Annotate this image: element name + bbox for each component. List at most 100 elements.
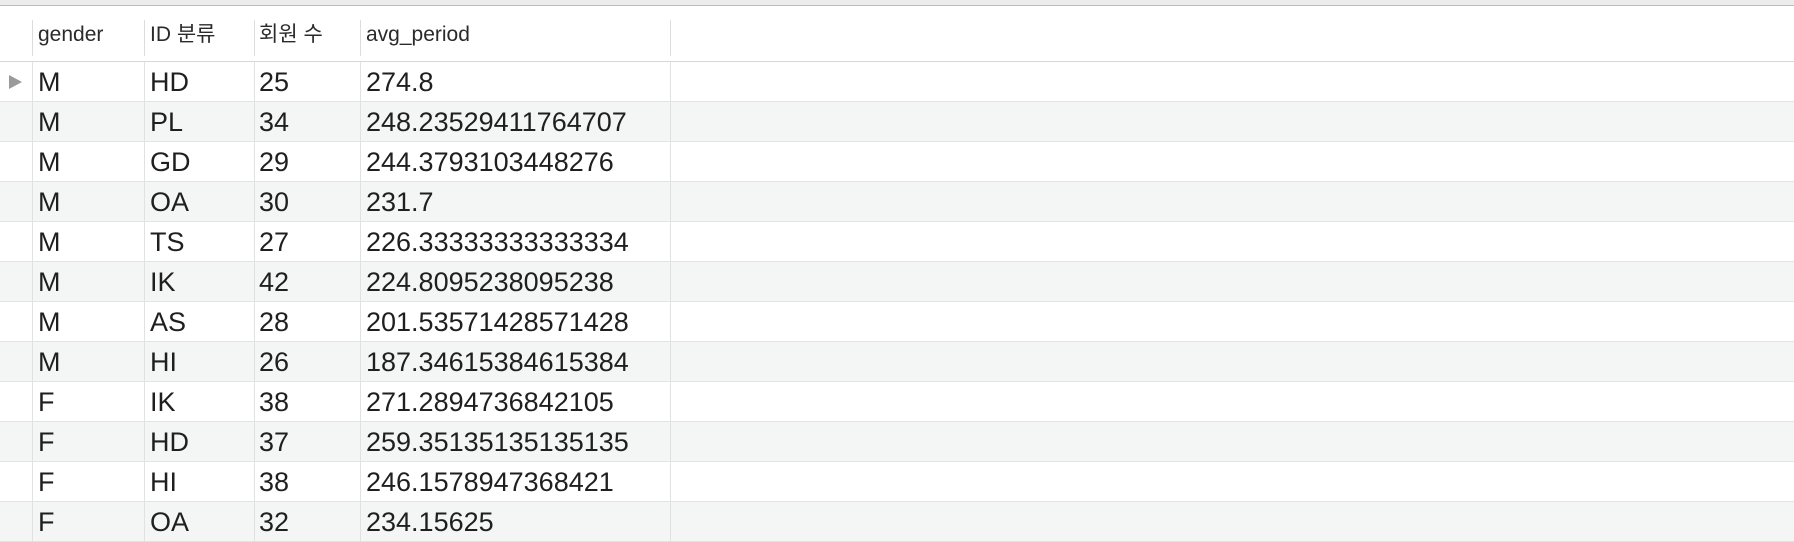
cell-avg-period[interactable]: 271.2894736842105 [366, 382, 614, 422]
cell-divider [144, 102, 145, 142]
cell-gender[interactable]: F [38, 462, 55, 502]
grid-body: M HD 25 274.8 M PL 34 248.23529411764707 M GD 29 24… [0, 62, 1794, 542]
cell-divider [32, 502, 33, 542]
table-row[interactable]: M AS 28 201.53571428571428 [0, 302, 1794, 342]
cell-divider [144, 462, 145, 502]
column-divider[interactable] [254, 20, 255, 56]
cell-divider [32, 102, 33, 142]
table-row[interactable]: M PL 34 248.23529411764707 [0, 102, 1794, 142]
cell-avg-period[interactable]: 201.53571428571428 [366, 302, 629, 342]
cell-divider [144, 342, 145, 382]
cell-id-category[interactable]: TS [150, 222, 185, 262]
table-row[interactable]: M IK 42 224.8095238095238 [0, 262, 1794, 302]
cell-member-count[interactable]: 34 [259, 102, 289, 142]
column-divider[interactable] [144, 20, 145, 56]
cell-divider [670, 502, 671, 542]
cell-id-category[interactable]: GD [150, 142, 191, 182]
column-divider[interactable] [360, 20, 361, 56]
column-divider[interactable] [32, 20, 33, 56]
cell-divider [360, 222, 361, 262]
cell-member-count[interactable]: 25 [259, 62, 289, 102]
cell-member-count[interactable]: 42 [259, 262, 289, 302]
cell-gender[interactable]: M [38, 102, 61, 142]
cell-divider [254, 302, 255, 342]
cell-gender[interactable]: M [38, 342, 61, 382]
table-row[interactable]: F OA 32 234.15625 [0, 502, 1794, 542]
table-row[interactable]: M GD 29 244.3793103448276 [0, 142, 1794, 182]
cell-gender[interactable]: M [38, 222, 61, 262]
cell-id-category[interactable]: HI [150, 342, 177, 382]
column-header-avg-period[interactable]: avg_period [366, 20, 470, 50]
cell-avg-period[interactable]: 226.33333333333334 [366, 222, 629, 262]
cell-gender[interactable]: F [38, 422, 55, 462]
cell-divider [670, 382, 671, 422]
cell-gender[interactable]: M [38, 262, 61, 302]
cell-avg-period[interactable]: 224.8095238095238 [366, 262, 614, 302]
cell-divider [360, 382, 361, 422]
cell-divider [670, 462, 671, 502]
cell-gender[interactable]: M [38, 62, 61, 102]
cell-member-count[interactable]: 32 [259, 502, 289, 542]
cell-avg-period[interactable]: 246.1578947368421 [366, 462, 614, 502]
cell-divider [670, 262, 671, 302]
cell-divider [360, 182, 361, 222]
cell-avg-period[interactable]: 259.35135135135135 [366, 422, 629, 462]
cell-member-count[interactable]: 38 [259, 382, 289, 422]
cell-id-category[interactable]: PL [150, 102, 183, 142]
cell-avg-period[interactable]: 244.3793103448276 [366, 142, 614, 182]
cell-member-count[interactable]: 27 [259, 222, 289, 262]
table-row[interactable]: F HI 38 246.1578947368421 [0, 462, 1794, 502]
table-row[interactable]: M OA 30 231.7 [0, 182, 1794, 222]
cell-gender[interactable]: M [38, 142, 61, 182]
cell-member-count[interactable]: 30 [259, 182, 289, 222]
column-header-gender[interactable]: gender [38, 20, 103, 50]
table-row[interactable]: M HD 25 274.8 [0, 62, 1794, 102]
cell-divider [144, 422, 145, 462]
grid-header: gender ID 분류 회원 수 avg_period [0, 6, 1794, 62]
table-row[interactable]: F HD 37 259.35135135135135 [0, 422, 1794, 462]
cell-id-category[interactable]: IK [150, 262, 176, 302]
cell-member-count[interactable]: 28 [259, 302, 289, 342]
cell-id-category[interactable]: OA [150, 182, 189, 222]
column-divider[interactable] [670, 20, 671, 56]
cell-id-category[interactable]: HD [150, 422, 189, 462]
cell-divider [32, 342, 33, 382]
cell-divider [254, 342, 255, 382]
cell-avg-period[interactable]: 187.34615384615384 [366, 342, 629, 382]
cell-avg-period[interactable]: 231.7 [366, 182, 434, 222]
cell-member-count[interactable]: 37 [259, 422, 289, 462]
table-row[interactable]: F IK 38 271.2894736842105 [0, 382, 1794, 422]
cell-id-category[interactable]: OA [150, 502, 189, 542]
cell-member-count[interactable]: 29 [259, 142, 289, 182]
cell-member-count[interactable]: 26 [259, 342, 289, 382]
cell-divider [144, 502, 145, 542]
cell-id-category[interactable]: HD [150, 62, 189, 102]
cell-divider [254, 222, 255, 262]
cell-divider [254, 382, 255, 422]
table-row[interactable]: M TS 27 226.33333333333334 [0, 222, 1794, 262]
cell-divider [254, 502, 255, 542]
cell-avg-period[interactable]: 248.23529411764707 [366, 102, 627, 142]
table-row[interactable]: M HI 26 187.34615384615384 [0, 342, 1794, 382]
result-grid[interactable]: gender ID 분류 회원 수 avg_period M HD 25 274.8 M… [0, 6, 1794, 542]
column-header-member-count[interactable]: 회원 수 [259, 20, 323, 50]
cell-id-category[interactable]: IK [150, 382, 176, 422]
cell-id-category[interactable]: AS [150, 302, 186, 342]
cell-avg-period[interactable]: 234.15625 [366, 502, 494, 542]
cell-avg-period[interactable]: 274.8 [366, 62, 434, 102]
cell-divider [254, 262, 255, 302]
cell-gender[interactable]: M [38, 182, 61, 222]
column-header-id-category[interactable]: ID 분류 [150, 20, 215, 50]
cell-divider [144, 142, 145, 182]
cell-id-category[interactable]: HI [150, 462, 177, 502]
cell-gender[interactable]: F [38, 382, 55, 422]
cell-divider [670, 102, 671, 142]
cell-gender[interactable]: F [38, 502, 55, 542]
cell-divider [360, 422, 361, 462]
cell-divider [360, 462, 361, 502]
cell-divider [32, 62, 33, 102]
cell-divider [32, 142, 33, 182]
cell-member-count[interactable]: 38 [259, 462, 289, 502]
cell-divider [670, 302, 671, 342]
cell-gender[interactable]: M [38, 302, 61, 342]
